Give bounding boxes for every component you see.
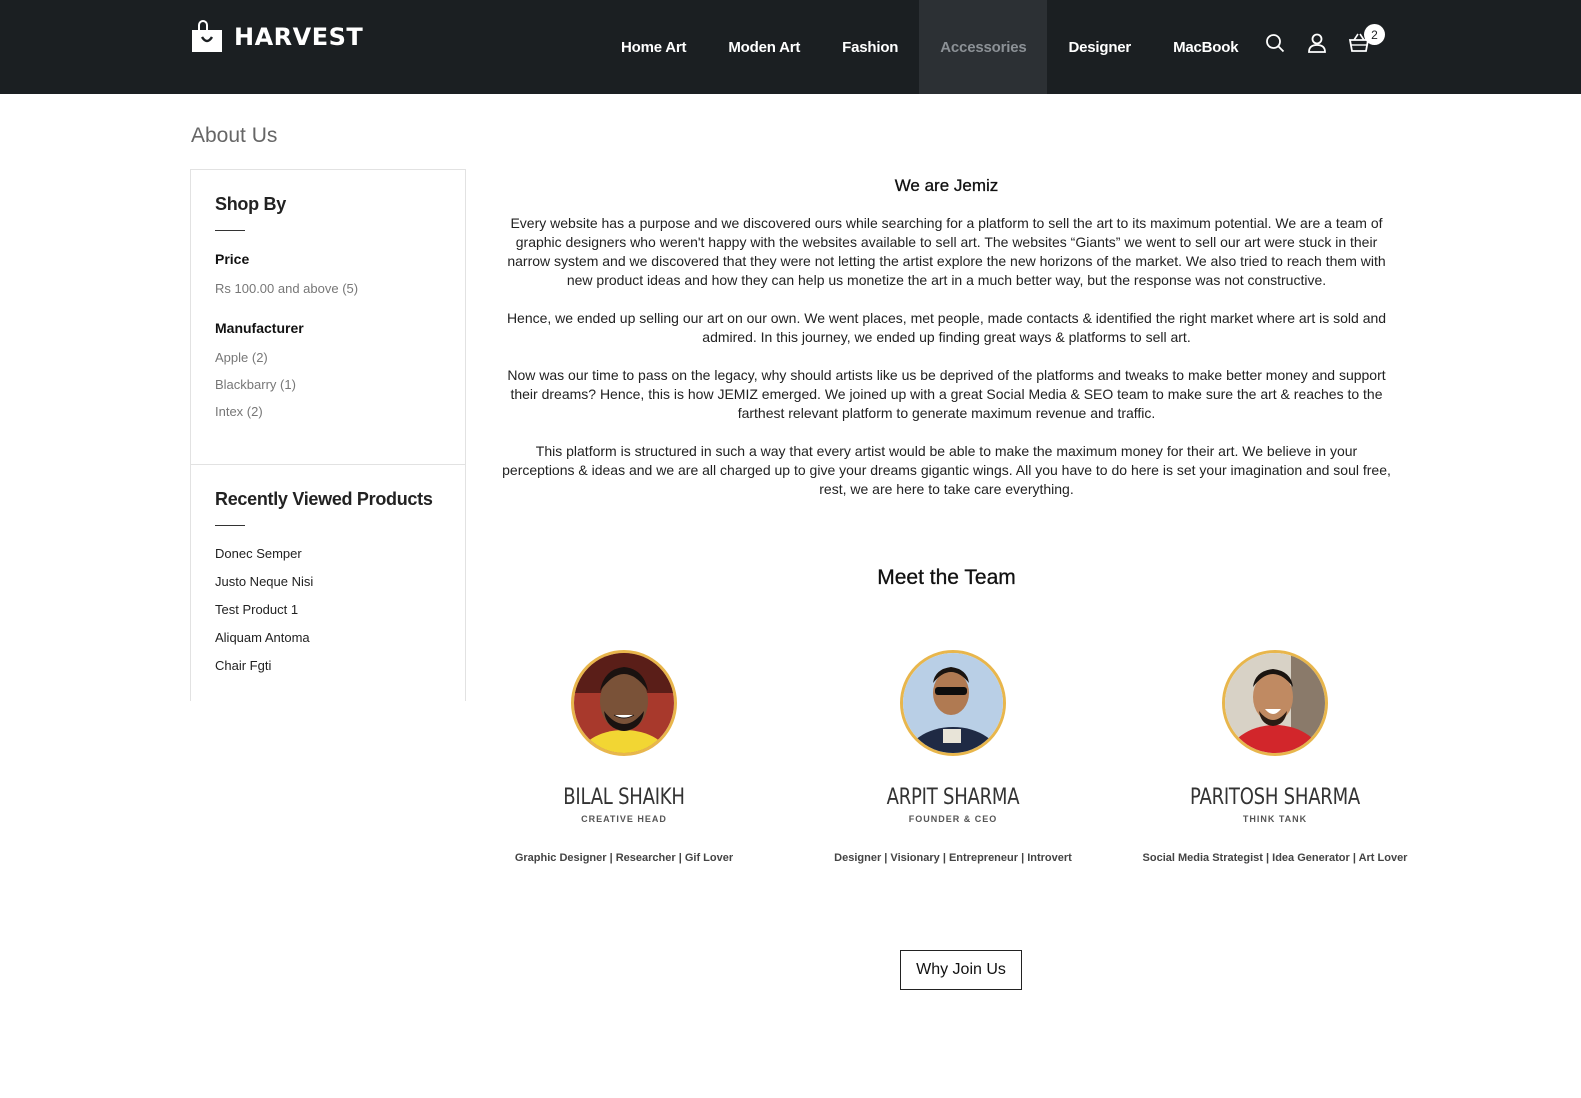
manufacturer-option-apple[interactable]: Apple (2)	[215, 350, 441, 365]
about-paragraph: This platform is structured in such a wa…	[502, 443, 1391, 497]
recent-product-link[interactable]: Chair Fgti	[215, 658, 441, 673]
recent-product-link[interactable]: Test Product 1	[215, 602, 441, 617]
recently-viewed-block: Recently Viewed Products Donec Semper Ju…	[191, 465, 465, 673]
member-name: BILAL SHAIKH	[563, 785, 685, 810]
nav-designer[interactable]: Designer	[1047, 0, 1152, 94]
manufacturer-filter: Manufacturer Apple (2) Blackbarry (1) In…	[215, 320, 441, 419]
avatar-photo	[1225, 653, 1325, 753]
about-paragraph: Every website has a purpose and we disco…	[507, 215, 1386, 288]
member-role: CREATIVE HEAD	[581, 814, 667, 824]
cart-count-badge: 2	[1364, 24, 1385, 45]
logo[interactable]: HARVEST	[190, 20, 363, 54]
about-heading: We are Jemiz	[894, 176, 999, 195]
about-paragraph: Hence, we ended up selling our art on ou…	[506, 310, 1387, 345]
member-traits: Social Media Strategist | Idea Generator…	[1142, 852, 1408, 864]
why-join-us-button[interactable]: Why Join Us	[900, 950, 1022, 990]
user-icon[interactable]	[1306, 32, 1328, 54]
avatar	[571, 650, 677, 756]
member-role: THINK TANK	[1242, 814, 1308, 824]
member-name: ARPIT SHARMA	[886, 785, 1020, 810]
manufacturer-option-intex[interactable]: Intex (2)	[215, 404, 441, 419]
avatar-photo	[903, 653, 1003, 753]
manufacturer-option-blackbarry[interactable]: Blackbarry (1)	[215, 377, 441, 392]
recent-product-link[interactable]: Justo Neque Nisi	[215, 574, 441, 589]
team-member-card: BILAL SHAIKH CREATIVE HEAD Graphic Desig…	[464, 650, 784, 864]
cart-icon[interactable]: 2	[1348, 24, 1385, 54]
recent-product-link[interactable]: Donec Semper	[215, 546, 441, 561]
recent-product-link[interactable]: Aliquam Antoma	[215, 630, 441, 645]
avatar-photo	[574, 653, 674, 753]
manufacturer-filter-title: Manufacturer	[215, 320, 304, 336]
main-nav: Home Art Moden Art Fashion Accessories D…	[600, 0, 1259, 94]
shop-by-block: Shop By Price Rs 100.00 and above (5) Ma…	[191, 170, 465, 465]
team-member-card: PARITOSH SHARMA THINK TANK Social Media …	[1115, 650, 1435, 864]
site-header: HARVEST Home Art Moden Art Fashion Acces…	[0, 0, 1581, 94]
divider	[215, 230, 245, 231]
price-filter-title: Price	[215, 251, 250, 267]
member-role: FOUNDER & CEO	[908, 814, 998, 824]
shop-by-title: Shop By	[215, 194, 286, 214]
team-heading: Meet the Team	[877, 566, 1016, 589]
header-icons: 2	[1264, 24, 1390, 54]
price-filter-option[interactable]: Rs 100.00 and above (5)	[215, 281, 441, 296]
nav-fashion[interactable]: Fashion	[821, 0, 919, 94]
page-title: About Us	[191, 124, 278, 147]
price-filter: Price Rs 100.00 and above (5)	[215, 251, 441, 296]
member-traits: Designer | Visionary | Entrepreneur | In…	[834, 852, 1072, 864]
about-content: We are Jemiz Every website has a purpose…	[500, 170, 1393, 518]
about-paragraph: Now was our time to pass on the legacy, …	[507, 367, 1386, 421]
nav-accessories[interactable]: Accessories	[919, 0, 1048, 94]
shopping-bag-icon	[192, 20, 222, 52]
team-member-card: ARPIT SHARMA FOUNDER & CEO Designer | Vi…	[793, 650, 1113, 864]
nav-moden-art[interactable]: Moden Art	[707, 0, 821, 94]
member-traits: Graphic Designer | Researcher | Gif Love…	[514, 852, 734, 864]
nav-macbook[interactable]: MacBook	[1152, 0, 1259, 94]
divider	[215, 525, 245, 526]
nav-home-art[interactable]: Home Art	[600, 0, 707, 94]
member-name: PARITOSH SHARMA	[1189, 785, 1360, 810]
logo-text: HARVEST	[234, 23, 364, 51]
recently-viewed-title: Recently Viewed Products	[215, 489, 433, 509]
avatar	[1222, 650, 1328, 756]
avatar	[900, 650, 1006, 756]
search-icon[interactable]	[1264, 32, 1286, 54]
sidebar: Shop By Price Rs 100.00 and above (5) Ma…	[190, 169, 466, 701]
